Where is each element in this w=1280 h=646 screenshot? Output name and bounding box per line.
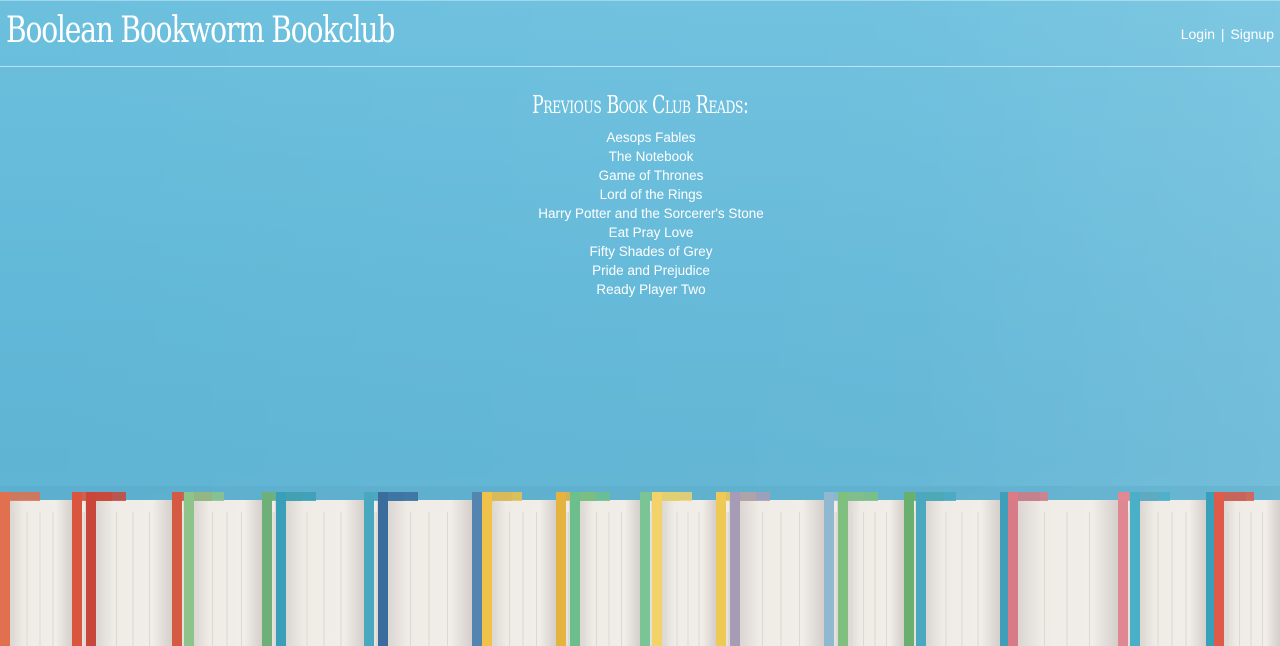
book-cover-top <box>570 492 610 501</box>
book-cover-top <box>838 492 878 501</box>
book-cover-edge <box>184 492 194 646</box>
book-cover-edge <box>904 492 914 646</box>
book-row <box>0 492 1280 646</box>
previous-reads-section: Previous Book Club Reads: Aesops Fables … <box>0 88 1280 299</box>
book-cover-edge <box>838 492 848 646</box>
previous-reads-list: Aesops Fables The Notebook Game of Thron… <box>11 128 1280 299</box>
auth-nav: Login | Signup <box>1181 25 1274 43</box>
book-cover-edge <box>640 492 650 646</box>
book-cover-edge <box>1008 492 1018 646</box>
book-cover-edge <box>1214 492 1224 646</box>
book-cover-edge <box>482 492 492 646</box>
book-cover-top <box>0 492 40 501</box>
book-list-item: The Notebook <box>608 149 694 164</box>
book-cover-edge <box>570 492 580 646</box>
book-cover-edge <box>1118 492 1128 646</box>
book-cover-edge <box>378 492 388 646</box>
book-cover-top <box>652 492 692 501</box>
book-cover-top <box>378 492 418 501</box>
book-cover-top <box>1130 492 1170 501</box>
book-cover-edge <box>276 492 286 646</box>
site-header: Boolean Bookworm Bookclub Login | Signup <box>0 0 1280 67</box>
book-cover-top <box>184 492 224 501</box>
book-list-item: Fifty Shades of Grey <box>589 244 713 259</box>
book-cover-edge <box>652 492 662 646</box>
auth-separator: | <box>1220 26 1225 42</box>
book-cover-top <box>482 492 522 501</box>
book-cover-edge <box>1130 492 1140 646</box>
book-cover-edge <box>262 492 272 646</box>
book-cover-edge <box>716 492 726 646</box>
book-list-item: Eat Pray Love <box>608 225 694 240</box>
book-cover-edge <box>72 492 82 646</box>
book-cover-top <box>916 492 956 501</box>
book-list-item: Game of Thrones <box>598 168 704 183</box>
book-list-item: Lord of the Rings <box>599 187 703 202</box>
book-list-item: Pride and Prejudice <box>592 263 710 278</box>
site-title[interactable]: Boolean Bookworm Bookclub <box>6 7 395 55</box>
book-cover-top <box>86 492 126 501</box>
book-cover-top <box>276 492 316 501</box>
book-list-item: Aesops Fables <box>606 130 696 145</box>
login-link[interactable]: Login <box>1181 26 1215 42</box>
book-cover-edge <box>472 492 482 646</box>
book-cover-edge <box>86 492 96 646</box>
book-cover-top <box>1214 492 1254 501</box>
book-cover-edge <box>730 492 740 646</box>
book-cover-edge <box>556 492 566 646</box>
book-cover-edge <box>172 492 182 646</box>
previous-reads-heading: Previous Book Club Reads: <box>531 91 749 119</box>
book-list-item: Harry Potter and the Sorcerer's Stone <box>538 206 764 221</box>
book-cover-top <box>1008 492 1048 501</box>
book-cover-edge <box>824 492 834 646</box>
book-cover-edge <box>916 492 926 646</box>
book-cover-top <box>730 492 770 501</box>
book-cover-edge <box>364 492 374 646</box>
book-list-item: Ready Player Two <box>596 282 706 297</box>
book-cover-edge <box>0 492 10 646</box>
signup-link[interactable]: Signup <box>1230 26 1274 42</box>
